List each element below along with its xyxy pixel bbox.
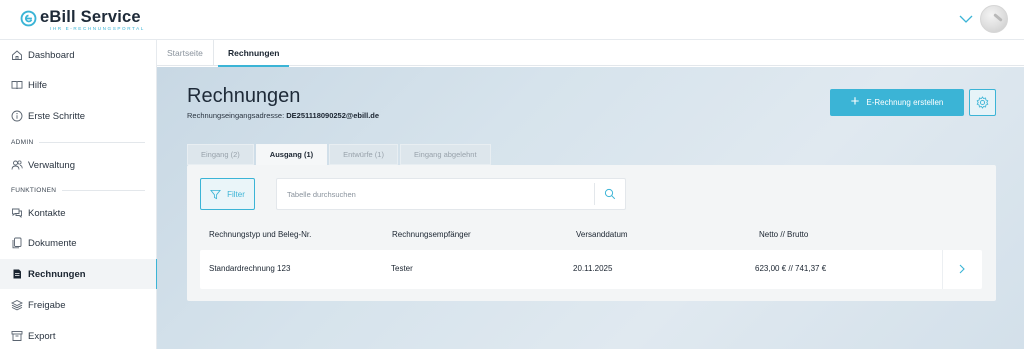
sidebar-item-rechnungen[interactable]: Rechnungen xyxy=(0,259,158,289)
tab-label: Entwürfe (1) xyxy=(343,150,384,159)
inbox-address-label: Rechnungseingangsadresse: xyxy=(187,111,285,120)
tab-label: Eingang (2) xyxy=(201,150,240,159)
divider xyxy=(39,142,145,143)
create-invoice-label: E-Rechnung erstellen xyxy=(866,98,944,107)
sidebar-item-erste-schritte[interactable]: Erste Schritte xyxy=(0,101,157,131)
divider xyxy=(594,183,595,205)
sidebar-item-verwaltung[interactable]: Verwaltung xyxy=(0,150,157,180)
inbox-address-value: DE251118090252@ebill.de xyxy=(286,111,380,120)
documents-icon xyxy=(11,237,23,249)
sidebar: Dashboard Hilfe Erste Schritte ADMIN Ver… xyxy=(0,40,158,349)
column-header-type[interactable]: Rechnungstyp und Beleg-Nr. xyxy=(209,230,311,239)
tab-label: Ausgang (1) xyxy=(269,150,314,159)
users-icon xyxy=(11,159,23,171)
create-invoice-button[interactable]: + E-Rechnung erstellen xyxy=(830,89,964,116)
gear-icon xyxy=(976,96,989,109)
plus-icon: + xyxy=(850,93,860,110)
sidebar-item-label: Freigabe xyxy=(28,299,66,311)
cell-recipient: Tester xyxy=(391,264,413,273)
invoice-icon xyxy=(11,268,23,280)
column-header-amount[interactable]: Netto // Brutto xyxy=(759,230,808,239)
sidebar-item-dashboard[interactable]: Dashboard xyxy=(0,40,157,70)
tab-label: Rechnungen xyxy=(228,48,280,58)
divider xyxy=(942,250,943,289)
divider xyxy=(62,190,145,191)
home-icon xyxy=(11,49,23,61)
brand-title: eBill Service xyxy=(40,8,141,26)
table-search xyxy=(276,178,626,210)
filter-icon xyxy=(210,189,222,199)
avatar[interactable] xyxy=(980,5,1008,33)
section-funktionen-label: FUNKTIONEN xyxy=(11,187,57,194)
cell-type: Standardrechnung 123 xyxy=(209,264,291,273)
filter-label: Filter xyxy=(227,189,245,199)
sidebar-item-export[interactable]: Export xyxy=(0,321,157,349)
archive-icon xyxy=(11,330,23,342)
section-admin: ADMIN xyxy=(11,139,145,146)
main-content: Rechnungen Rechnungseingangsadresse: DE2… xyxy=(157,67,1024,349)
sidebar-item-freigabe[interactable]: Freigabe xyxy=(0,290,157,320)
search-icon[interactable] xyxy=(604,188,616,200)
brand-logo-icon xyxy=(20,10,37,27)
top-bar: eBill Service IHR E-RECHNUNGSPORTAL xyxy=(0,0,1024,40)
sidebar-item-label: Verwaltung xyxy=(28,159,76,171)
filter-button[interactable]: Filter xyxy=(200,178,255,210)
section-admin-label: ADMIN xyxy=(11,139,34,146)
tab-startseite[interactable]: Startseite xyxy=(157,40,214,66)
layers-icon xyxy=(11,299,23,311)
brand-subtitle: IHR E-RECHNUNGSPORTAL xyxy=(50,26,145,31)
cell-date: 20.11.2025 xyxy=(573,264,613,273)
tab-eingang[interactable]: Eingang (2) xyxy=(187,144,254,165)
sidebar-item-label: Export xyxy=(28,330,56,342)
page-title: Rechnungen xyxy=(187,85,301,107)
book-icon xyxy=(11,79,23,91)
column-header-recipient[interactable]: Rechnungsempfänger xyxy=(392,230,471,239)
chat-icon xyxy=(11,207,23,219)
inbox-address: Rechnungseingangsadresse: DE251118090252… xyxy=(187,111,379,120)
section-funktionen: FUNKTIONEN xyxy=(11,187,145,194)
sidebar-item-label: Dokumente xyxy=(28,237,77,249)
sidebar-item-hilfe[interactable]: Hilfe xyxy=(0,70,157,100)
app-root: eBill Service IHR E-RECHNUNGSPORTAL Dash… xyxy=(0,0,1024,349)
sidebar-item-kontakte[interactable]: Kontakte xyxy=(0,198,157,228)
info-icon xyxy=(11,110,23,122)
sidebar-item-label: Erste Schritte xyxy=(28,110,86,122)
tab-ausgang[interactable]: Ausgang (1) xyxy=(255,144,328,165)
sidebar-item-dokumente[interactable]: Dokumente xyxy=(0,228,157,258)
column-header-date[interactable]: Versanddatum xyxy=(576,230,628,239)
tab-eingang-abgelehnt[interactable]: Eingang abgelehnt xyxy=(399,144,491,165)
invoice-table-panel: Filter Rechnungstyp und Beleg-Nr. Rechnu… xyxy=(187,165,996,301)
sidebar-item-label: Kontakte xyxy=(28,207,66,219)
tab-entwuerfe[interactable]: Entwürfe (1) xyxy=(329,144,398,165)
tab-rechnungen[interactable]: Rechnungen xyxy=(218,40,290,67)
brand-logo[interactable]: eBill Service IHR E-RECHNUNGSPORTAL xyxy=(20,8,145,32)
tab-label: Startseite xyxy=(167,48,203,58)
search-input[interactable] xyxy=(277,179,594,209)
table-row[interactable]: Standardrechnung 123 Tester 20.11.2025 6… xyxy=(200,250,982,289)
sidebar-item-label: Rechnungen xyxy=(28,268,86,280)
invoice-filter-tabs: Eingang (2) Ausgang (1) Entwürfe (1) Ein… xyxy=(187,144,493,165)
chevron-down-icon[interactable] xyxy=(958,11,974,27)
sidebar-item-label: Dashboard xyxy=(28,49,75,61)
sidebar-item-label: Hilfe xyxy=(28,79,48,91)
page-tab-bar: Startseite Rechnungen xyxy=(157,40,1024,67)
cell-amount: 623,00 € // 741,37 € xyxy=(755,264,827,273)
chevron-right-icon[interactable] xyxy=(957,263,967,275)
settings-button[interactable] xyxy=(969,89,996,116)
tab-label: Eingang abgelehnt xyxy=(413,150,477,159)
